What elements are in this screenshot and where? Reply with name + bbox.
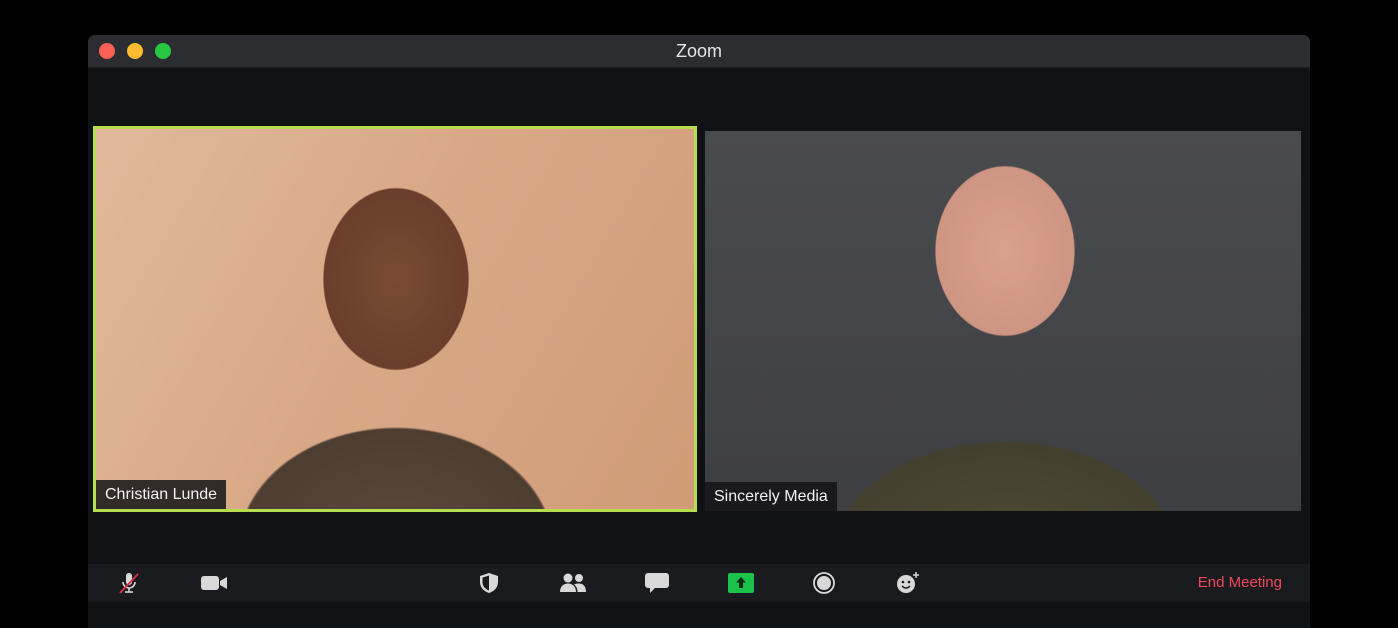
participants-icon (560, 573, 586, 592)
reactions-button[interactable] (893, 569, 923, 597)
zoom-window: Zoom Christian Lunde Sincerely Media End… (88, 35, 1310, 628)
participant-name-label: Sincerely Media (705, 482, 837, 511)
reactions-icon (897, 572, 919, 593)
security-button[interactable] (474, 569, 504, 597)
participant-name-label: Christian Lunde (96, 480, 227, 509)
record-button[interactable] (809, 569, 839, 597)
record-icon (813, 572, 835, 594)
mute-button[interactable] (114, 569, 144, 597)
video-button[interactable] (199, 569, 229, 597)
security-shield-icon (480, 573, 498, 593)
mic-muted-icon (119, 573, 139, 594)
participants-button[interactable] (558, 569, 588, 597)
video-tile-christian[interactable]: Christian Lunde (93, 126, 697, 512)
video-icon (201, 576, 227, 590)
share-screen-icon (728, 573, 754, 593)
title-bar: Zoom (88, 35, 1310, 68)
end-meeting-button[interactable]: End Meeting (1198, 574, 1282, 591)
chat-button[interactable] (642, 569, 672, 597)
chat-icon (645, 573, 669, 593)
meeting-toolbar: End Meeting (88, 564, 1310, 602)
share-screen-button[interactable] (726, 569, 756, 597)
window-title: Zoom (675, 41, 722, 61)
video-tile-sincerely[interactable]: Sincerely Media (705, 131, 1301, 511)
